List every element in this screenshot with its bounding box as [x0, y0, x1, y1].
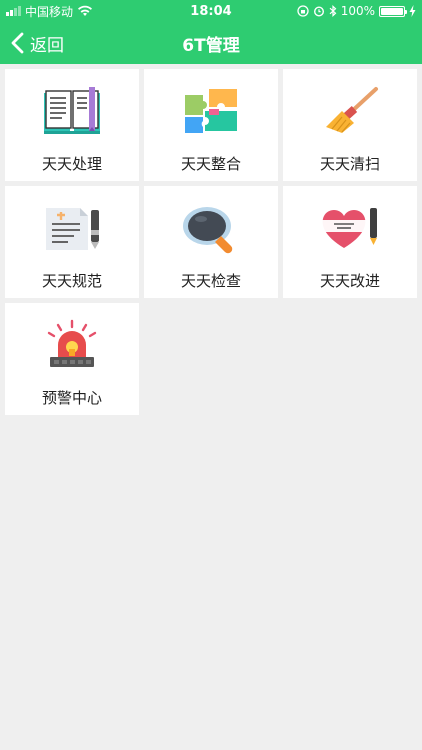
tile-label: 天天处理	[41, 155, 102, 173]
page-title: 6T管理	[182, 35, 240, 56]
tile-label: 天天检查	[180, 272, 241, 290]
status-time: 18:04	[190, 3, 232, 19]
module-grid: 天天处理 天天整合 天天清扫 天天规范 天天检查 天天改进 预警中心	[0, 64, 422, 415]
tile-label: 预警中心	[41, 389, 102, 407]
status-bar: 中国移动 18:04 100%	[0, 0, 422, 22]
signal-icon	[6, 6, 21, 16]
status-left: 中国移动	[6, 3, 93, 20]
broom-icon	[326, 87, 378, 133]
alarm-light-icon	[47, 319, 97, 367]
battery-icon	[379, 5, 407, 17]
nav-bar: 返回 6T管理	[0, 22, 422, 64]
back-button[interactable]: 返回	[0, 22, 64, 64]
battery-percent: 100%	[340, 4, 375, 18]
chevron-left-icon	[11, 32, 24, 54]
tile-daily-inspection[interactable]: 天天检查	[144, 186, 278, 298]
tile-label: 天天整合	[180, 155, 241, 173]
wifi-icon	[78, 5, 93, 16]
tile-label: 天天规范	[41, 272, 102, 290]
status-right: 100%	[297, 4, 416, 18]
book-icon	[44, 87, 100, 134]
carrier-label: 中国移动	[25, 4, 74, 19]
tile-daily-integration[interactable]: 天天整合	[144, 69, 278, 181]
bluetooth-icon	[329, 5, 337, 17]
puzzle-icon	[185, 89, 237, 133]
tile-label: 天天清扫	[319, 155, 380, 173]
alarm-icon	[313, 6, 324, 17]
tile-alert-center[interactable]: 预警中心	[5, 303, 139, 415]
heart-pen-icon	[322, 208, 377, 248]
tile-daily-handling[interactable]: 天天处理	[5, 69, 139, 181]
charging-icon	[409, 5, 416, 17]
magnifier-icon	[183, 207, 233, 254]
tile-daily-cleaning[interactable]: 天天清扫	[283, 69, 417, 181]
document-pen-icon	[46, 208, 99, 250]
tile-daily-improvement[interactable]: 天天改进	[283, 186, 417, 298]
lock-rotation-icon	[297, 5, 309, 17]
tile-label: 天天改进	[319, 272, 380, 290]
back-label: 返回	[30, 35, 64, 56]
tile-daily-standard[interactable]: 天天规范	[5, 186, 139, 298]
